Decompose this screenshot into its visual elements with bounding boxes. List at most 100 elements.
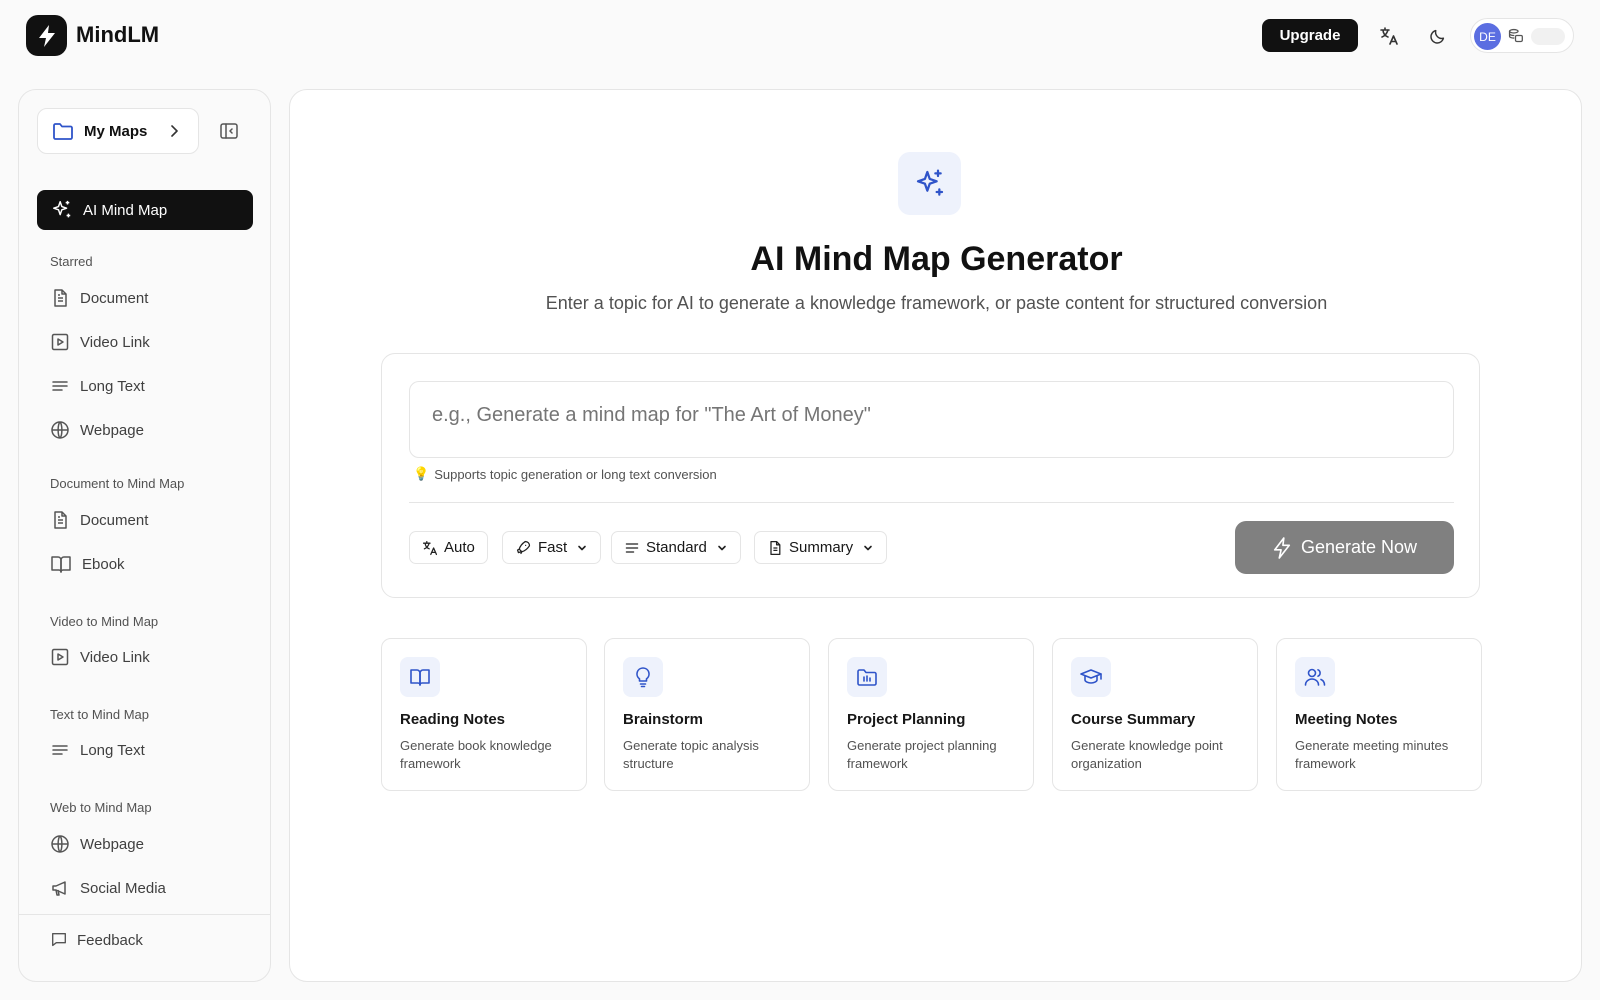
credits-icon — [1507, 27, 1524, 49]
sidebar-item-label: Long Text — [80, 741, 145, 759]
template-description: Generate topic analysis structure — [623, 738, 759, 771]
sidebar-item-label: Ebook — [82, 555, 125, 573]
page-subtitle: Enter a topic for AI to generate a knowl… — [545, 293, 1328, 313]
document-icon — [54, 289, 67, 307]
template-card-brainstorm[interactable]: Brainstorm Generate topic analysis struc… — [604, 638, 810, 791]
chevron-down-icon — [578, 545, 586, 550]
rocket-icon — [516, 540, 531, 555]
template-card-course-summary[interactable]: Course Summary Generate knowledge point … — [1052, 638, 1258, 791]
sidebar-item-long-text[interactable]: Long Text — [50, 738, 145, 762]
globe-icon — [51, 421, 69, 439]
avatar[interactable]: DE — [1474, 23, 1501, 50]
sidebar-item-label: Video Link — [80, 648, 150, 666]
main-panel: AI Mind Map Generator Enter a topic for … — [289, 89, 1582, 982]
feedback-label: Feedback — [77, 931, 143, 949]
template-name: Project Planning — [847, 711, 966, 728]
collapse-sidebar-icon[interactable] — [219, 121, 239, 146]
prompt-hint-text: Supports topic generation or long text c… — [434, 466, 717, 482]
video-icon — [51, 648, 69, 666]
feedback-button[interactable]: Feedback — [50, 928, 143, 952]
template-name: Meeting Notes — [1295, 711, 1398, 728]
card-divider — [409, 502, 1454, 503]
sparkles-icon — [898, 152, 961, 215]
chevron-down-icon — [864, 545, 872, 550]
language-select[interactable]: Auto — [409, 531, 488, 564]
text-lines-icon — [625, 542, 639, 553]
sidebar-item-label: Document — [80, 511, 149, 529]
prompt-input[interactable] — [409, 381, 1454, 458]
prompt-hint: 💡 Supports topic generation or long text… — [413, 466, 717, 482]
chevron-right-icon — [171, 125, 178, 137]
page-title: AI Mind Map Generator — [750, 240, 1123, 278]
section-label-text: Text to Mind Map — [50, 707, 149, 722]
book-icon — [51, 556, 71, 573]
users-icon — [1295, 657, 1335, 697]
brand-name: MindLM — [76, 22, 160, 47]
sidebar-item-label: Webpage — [80, 835, 144, 853]
lightbulb-icon — [623, 657, 663, 697]
template-card-meeting-notes[interactable]: Meeting Notes Generate meeting minutes f… — [1276, 638, 1482, 791]
template-card-reading-notes[interactable]: Reading Notes Generate book knowledge fr… — [381, 638, 587, 791]
document-icon — [770, 540, 781, 555]
sidebar-item-label: Document — [80, 289, 149, 307]
sidebar-item-video-link[interactable]: Video Link — [50, 645, 150, 669]
sidebar-item-starred-document[interactable]: Document — [50, 286, 148, 310]
lightning-icon — [1273, 536, 1291, 559]
sidebar-item-label: Social Media — [80, 879, 166, 897]
lightbulb-icon: 💡 — [413, 466, 430, 481]
sidebar-item-label: Long Text — [80, 377, 145, 395]
credits-toggle[interactable] — [1531, 28, 1565, 45]
sidebar-item-ebook[interactable]: Ebook — [50, 552, 125, 576]
speed-select[interactable]: Fast — [502, 531, 602, 564]
megaphone-icon — [52, 881, 66, 896]
section-label-document: Document to Mind Map — [50, 476, 185, 491]
template-name: Reading Notes — [400, 711, 506, 728]
section-label-web: Web to Mind Map — [50, 800, 152, 815]
mode-select[interactable]: Summary — [754, 531, 888, 564]
detail-value: Standard — [646, 539, 707, 556]
sidebar-item-webpage[interactable]: Webpage — [50, 832, 144, 856]
text-lines-icon — [52, 745, 68, 755]
folder-icon — [53, 123, 73, 140]
sidebar-item-social-media[interactable]: Social Media — [50, 876, 166, 900]
language-value: Auto — [444, 539, 475, 556]
sidebar: My Maps AI Mind Map Starred Document Vid… — [18, 89, 271, 982]
generate-now-button[interactable]: Generate Now — [1235, 521, 1454, 574]
template-description: Generate project planning framework — [847, 738, 997, 771]
sidebar-divider — [19, 914, 270, 915]
sidebar-item-starred-video-link[interactable]: Video Link — [50, 330, 150, 354]
user-menu[interactable]: DE — [1470, 18, 1574, 53]
chevron-down-icon — [718, 545, 726, 550]
text-lines-icon — [52, 381, 68, 391]
translate-icon[interactable] — [1375, 22, 1403, 50]
template-card-project-planning[interactable]: Project Planning Generate project planni… — [828, 638, 1034, 791]
section-label-starred: Starred — [50, 254, 93, 269]
detail-select[interactable]: Standard — [611, 531, 741, 564]
speed-value: Fast — [538, 539, 568, 556]
my-maps-button[interactable]: My Maps — [37, 108, 199, 154]
sidebar-item-label: Webpage — [80, 421, 144, 439]
document-icon — [54, 511, 67, 529]
template-name: Brainstorm — [623, 711, 704, 728]
graduation-cap-icon — [1071, 657, 1111, 697]
template-name: Course Summary — [1071, 711, 1196, 728]
sidebar-item-document[interactable]: Document — [50, 508, 148, 532]
message-icon — [52, 933, 66, 947]
sidebar-item-starred-webpage[interactable]: Webpage — [50, 418, 144, 442]
sparkles-icon — [53, 200, 71, 218]
section-label-video: Video to Mind Map — [50, 614, 159, 629]
generate-now-label: Generate Now — [1300, 537, 1418, 557]
folder-chart-icon — [847, 657, 887, 697]
template-description: Generate knowledge point organization — [1071, 738, 1223, 771]
template-description: Generate book knowledge framework — [400, 738, 552, 771]
upgrade-button[interactable]: Upgrade — [1262, 19, 1358, 52]
mode-value: Summary — [789, 539, 854, 556]
sidebar-item-ai-mind-map[interactable]: AI Mind Map — [37, 190, 253, 230]
sidebar-item-starred-long-text[interactable]: Long Text — [50, 374, 145, 398]
dark-mode-icon[interactable] — [1424, 22, 1452, 50]
video-icon — [51, 333, 69, 351]
template-description: Generate meeting minutes framework — [1295, 738, 1449, 771]
top-bar: MindLM Upgrade DE — [0, 0, 1600, 70]
sidebar-item-label: AI Mind Map — [83, 201, 168, 219]
logo-icon[interactable] — [26, 15, 67, 56]
